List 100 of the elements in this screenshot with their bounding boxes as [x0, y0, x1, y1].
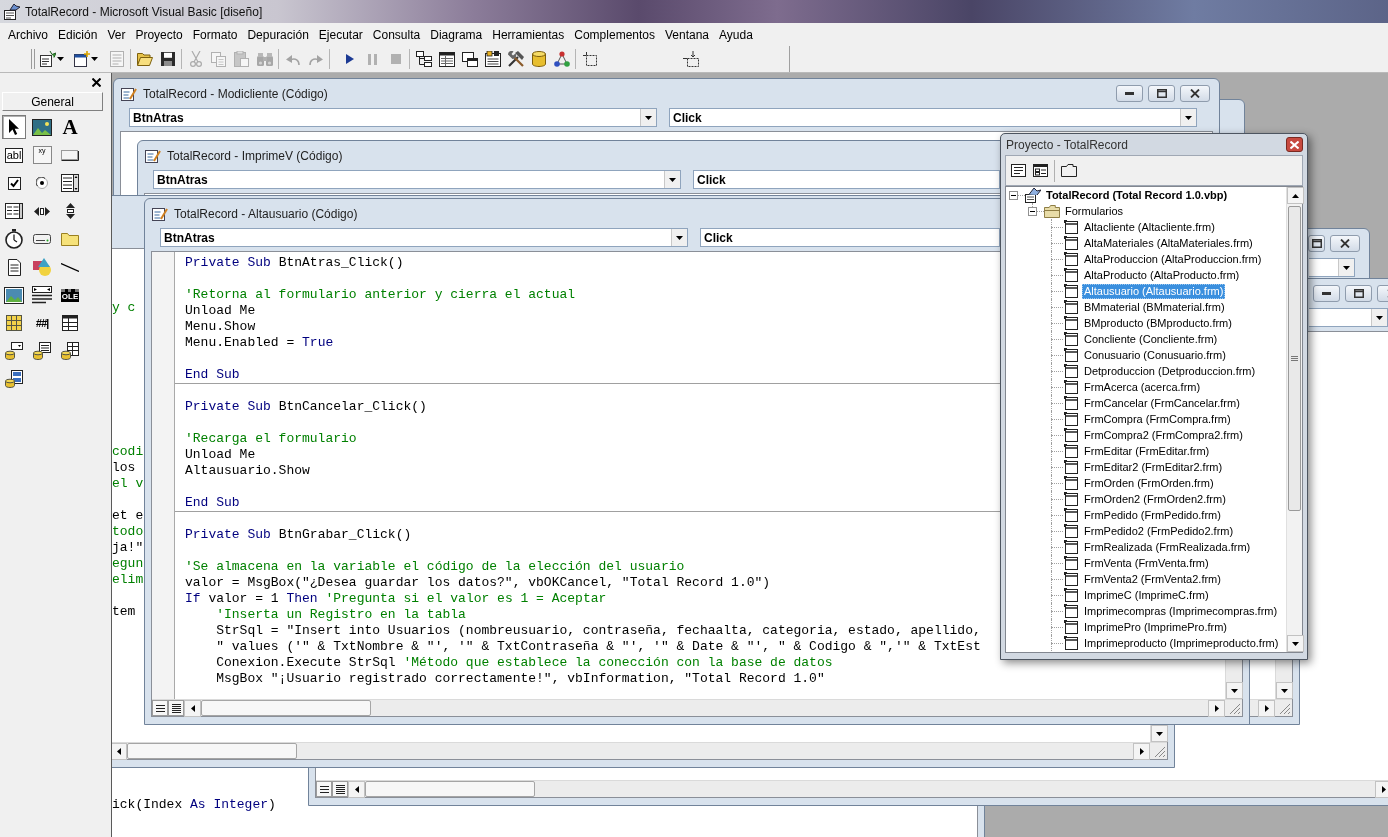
- full-module-view-button[interactable]: [168, 700, 184, 716]
- scrollbar-thumb[interactable]: [365, 781, 535, 797]
- tree-item[interactable]: FrmRealizada (FrmRealizada.frm): [1082, 539, 1253, 555]
- toolbox-tool-button[interactable]: [30, 339, 54, 363]
- menu-item[interactable]: Formato: [187, 24, 243, 45]
- dropdown-button[interactable]: [1338, 259, 1354, 276]
- tree-item[interactable]: FrmCancelar (FrmCancelar.frm): [1082, 395, 1242, 411]
- scroll-right-button[interactable]: [1375, 781, 1388, 798]
- dropdown-button[interactable]: [671, 229, 687, 246]
- tree-item[interactable]: ImprimeC (ImprimeC.frm): [1082, 587, 1211, 603]
- menu-item[interactable]: Proyecto: [130, 24, 188, 45]
- menu-item[interactable]: Herramientas: [487, 24, 570, 45]
- maximize-button[interactable]: [1345, 285, 1372, 302]
- vertical-scrollbar[interactable]: [1225, 660, 1242, 699]
- tree-item[interactable]: FrmOrden (FrmOrden.frm): [1082, 475, 1216, 491]
- menu-item[interactable]: Ventana: [660, 24, 715, 45]
- toolbox-tool-button[interactable]: OLE: [58, 283, 82, 307]
- horizontal-scrollbar[interactable]: [316, 780, 1388, 797]
- tree-item[interactable]: Concliente (Concliente.frm): [1082, 331, 1220, 347]
- menu-item[interactable]: Complementos: [569, 24, 660, 45]
- tree-item[interactable]: Imprimecompras (Imprimecompras.frm): [1082, 603, 1280, 619]
- scroll-down-button[interactable]: [1276, 682, 1293, 699]
- tree-item[interactable]: FrmPedido2 (FrmPedido2.frm): [1082, 523, 1236, 539]
- toolbox-tool-button[interactable]: [58, 339, 82, 363]
- menu-item[interactable]: Ver: [102, 24, 131, 45]
- menu-item[interactable]: Ayuda: [714, 24, 758, 45]
- resize-grip-icon[interactable]: [1155, 747, 1165, 757]
- scrollbar-thumb[interactable]: [1288, 206, 1301, 511]
- horizontal-scrollbar[interactable]: [1250, 699, 1292, 716]
- menu-item[interactable]: Ejecutar: [313, 24, 368, 45]
- menu-item[interactable]: Edición: [53, 24, 103, 45]
- toolbox-tool-button[interactable]: [2, 115, 26, 139]
- menu-item[interactable]: Consulta: [367, 24, 426, 45]
- procedure-view-button[interactable]: [152, 700, 168, 716]
- close-button[interactable]: [1286, 137, 1303, 152]
- tree-item[interactable]: Conusuario (Conusuario.frm): [1082, 347, 1228, 363]
- horizontal-scrollbar[interactable]: [152, 699, 1242, 716]
- tree-item[interactable]: AltaMateriales (AltaMateriales.frm): [1082, 235, 1255, 251]
- menu-item[interactable]: Archivo: [3, 24, 53, 45]
- tree-item[interactable]: AltaProducto (AltaProducto.frm): [1082, 267, 1242, 283]
- dropdown-button[interactable]: [1180, 109, 1196, 126]
- tree-item[interactable]: Altacliente (Altacliente.frm): [1082, 219, 1217, 235]
- object-dropdown[interactable]: BtnAtras: [160, 228, 688, 247]
- maximize-button[interactable]: [1308, 235, 1325, 252]
- scroll-right-button[interactable]: [1258, 700, 1275, 717]
- scroll-right-button[interactable]: [1208, 700, 1225, 717]
- tree-item[interactable]: FrmCompra2 (FrmCompra2.frm): [1082, 427, 1245, 443]
- full-module-view-button[interactable]: [332, 781, 348, 797]
- object-dropdown[interactable]: BtnAtras: [153, 170, 681, 189]
- tree-item[interactable]: BMproducto (BMproducto.frm): [1082, 315, 1234, 331]
- scroll-up-button[interactable]: [1287, 187, 1304, 204]
- tree-item[interactable]: AltaProduccion (AltaProduccion.frm): [1082, 251, 1264, 267]
- scroll-left-button[interactable]: [184, 700, 201, 717]
- dropdown-button[interactable]: [640, 109, 656, 126]
- scrollbar-thumb[interactable]: [127, 743, 297, 759]
- menu-item[interactable]: Depuración: [242, 24, 314, 45]
- tree-item[interactable]: FrmEditar (FrmEditar.frm): [1082, 443, 1212, 459]
- toolbox-tool-button[interactable]: [2, 339, 26, 363]
- object-dropdown[interactable]: BtnAtras: [129, 108, 657, 127]
- minus-box-icon[interactable]: [1028, 207, 1037, 216]
- scroll-down-button[interactable]: [1151, 725, 1168, 742]
- tree-item[interactable]: Detproduccion (Detproduccion.frm): [1082, 363, 1258, 379]
- menu-item[interactable]: Diagrama: [425, 24, 488, 45]
- vertical-scrollbar[interactable]: [1286, 187, 1302, 652]
- scroll-left-button[interactable]: [348, 781, 365, 798]
- tree-item[interactable]: FrmPedido (FrmPedido.frm): [1082, 507, 1223, 523]
- procedure-view-button[interactable]: [316, 781, 332, 797]
- scroll-down-button[interactable]: [1287, 635, 1304, 652]
- tree-item[interactable]: FrmVenta (FrmVenta.frm): [1082, 555, 1211, 571]
- scroll-down-button[interactable]: [1226, 682, 1243, 699]
- scrollbar-thumb[interactable]: [201, 700, 371, 716]
- close-button[interactable]: [91, 76, 102, 88]
- minus-box-icon[interactable]: [1009, 191, 1018, 200]
- toolbox-tool-button[interactable]: [2, 227, 26, 251]
- procedure-dropdown[interactable]: Click: [693, 170, 1000, 189]
- procedure-dropdown[interactable]: Click: [700, 228, 1000, 247]
- close-button[interactable]: [1330, 235, 1360, 252]
- scroll-right-button[interactable]: [1133, 743, 1150, 760]
- tree-item[interactable]: FrmAcerca (acerca.frm): [1082, 379, 1203, 395]
- tree-item[interactable]: FrmEditar2 (FrmEditar2.frm): [1082, 459, 1225, 475]
- tree-item[interactable]: ImprimePro (ImprimePro.frm): [1082, 619, 1229, 635]
- resize-grip-icon[interactable]: [1230, 704, 1240, 714]
- close-button[interactable]: [1180, 85, 1210, 102]
- toolbox-tab[interactable]: General: [2, 92, 103, 111]
- vertical-scrollbar[interactable]: [1275, 660, 1292, 699]
- resize-grip-icon[interactable]: [1280, 704, 1290, 714]
- procedure-dropdown[interactable]: Click: [669, 108, 1197, 127]
- horizontal-scrollbar[interactable]: [112, 742, 1167, 759]
- tree-item[interactable]: Imprimeproducto (Imprimeproducto.frm): [1082, 635, 1281, 651]
- tree-item[interactable]: Formularios: [1063, 203, 1126, 219]
- minimize-button[interactable]: [1116, 85, 1143, 102]
- tree-item[interactable]: FrmVenta2 (FrmVenta2.frm): [1082, 571, 1223, 587]
- minimize-button[interactable]: [1313, 285, 1340, 302]
- toolbox-tool-button[interactable]: [2, 367, 26, 391]
- dropdown-button[interactable]: [1371, 309, 1387, 326]
- procedure-dropdown[interactable]: [1309, 258, 1355, 277]
- toolbox-tool-button[interactable]: A: [58, 115, 82, 139]
- maximize-button[interactable]: [1148, 85, 1175, 102]
- toolbox-tool-button[interactable]: ##|: [30, 311, 54, 335]
- scroll-left-button[interactable]: [112, 743, 127, 760]
